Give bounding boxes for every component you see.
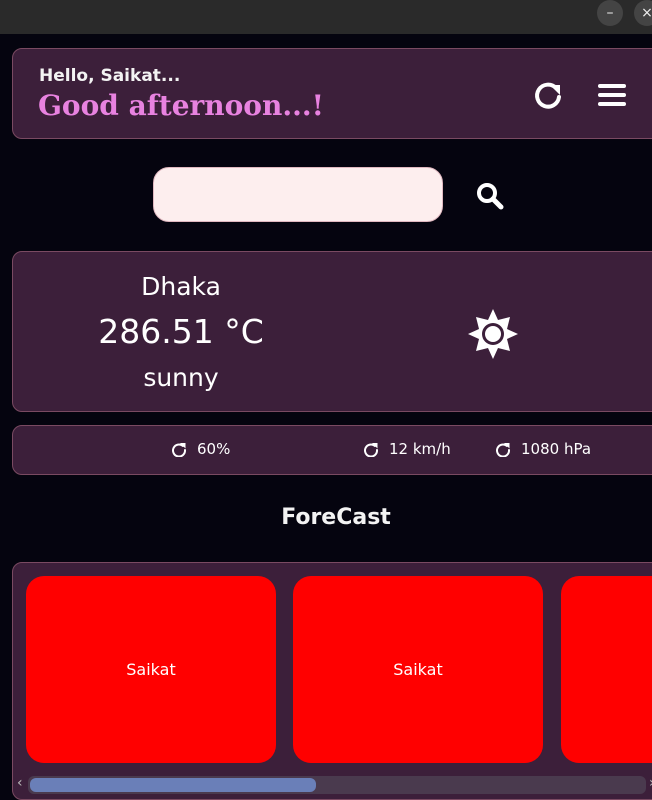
humidity-stat: 60% — [171, 440, 230, 458]
forecast-item-label: Saikat — [393, 660, 443, 679]
forecast-item[interactable] — [561, 576, 652, 763]
refresh-icon — [496, 443, 510, 457]
scrollbar-thumb[interactable] — [30, 778, 316, 792]
pressure-value: 1080 hPa — [521, 440, 592, 458]
refresh-icon[interactable] — [531, 78, 565, 112]
pressure-stat: 1080 hPa — [495, 440, 591, 458]
refresh-icon — [364, 443, 378, 457]
forecast-item[interactable]: Saikat — [293, 576, 543, 763]
weather-stats-bar: 60% 12 km/h 1080 hPa — [12, 425, 652, 475]
wind-stat: 12 km/h — [363, 440, 451, 458]
window-titlebar: – × — [0, 0, 652, 34]
search-icon[interactable] — [474, 180, 506, 212]
minimize-button[interactable]: – — [597, 0, 623, 26]
temperature-value: 286.51 °C — [98, 312, 264, 351]
scroll-left-arrow[interactable]: ‹ — [17, 775, 23, 791]
forecast-item[interactable]: Saikat — [26, 576, 276, 763]
sun-icon — [467, 308, 519, 360]
wind-value: 12 km/h — [389, 440, 451, 458]
humidity-value: 60% — [197, 440, 231, 458]
hamburger-menu-icon[interactable] — [595, 78, 629, 112]
greeting-header: Hello, Saikat... Good afternoon...! — [12, 48, 652, 139]
search-input[interactable] — [153, 167, 443, 222]
forecast-title: ForeCast — [281, 505, 391, 530]
city-name: Dhaka — [141, 272, 221, 301]
greeting-text: Hello, Saikat... — [39, 66, 181, 86]
horizontal-scrollbar[interactable] — [28, 776, 646, 794]
close-button[interactable]: × — [634, 0, 652, 26]
salutation-text: Good afternoon...! — [38, 89, 324, 122]
forecast-list: Saikat Saikat ‹ › — [12, 562, 652, 800]
weather-condition: sunny — [143, 363, 219, 392]
forecast-item-label: Saikat — [126, 660, 176, 679]
refresh-icon — [172, 443, 186, 457]
current-weather-card: Dhaka 286.51 °C sunny — [12, 251, 652, 412]
